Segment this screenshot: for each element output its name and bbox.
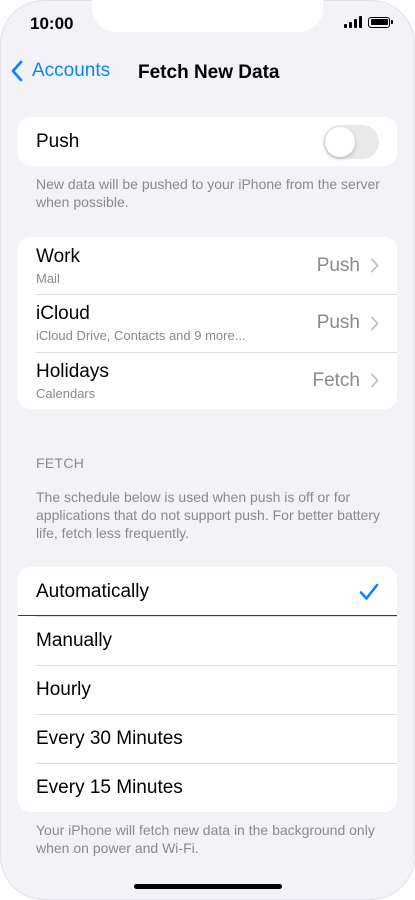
fetch-option-every-15-minutes[interactable]: Every 15 Minutes bbox=[18, 763, 397, 812]
account-fetch-value: Fetch bbox=[312, 369, 360, 391]
account-title: Holidays bbox=[36, 360, 109, 382]
chevron-right-icon bbox=[371, 258, 379, 273]
fetch-option-label: Every 15 Minutes bbox=[36, 776, 183, 798]
fetch-option-label: Automatically bbox=[36, 580, 149, 602]
back-label: Accounts bbox=[32, 60, 111, 81]
back-button[interactable]: Accounts bbox=[10, 60, 110, 82]
status-time: 10:00 bbox=[30, 14, 74, 33]
account-row-holidays[interactable]: Holidays Calendars Fetch bbox=[18, 352, 397, 409]
status-icons bbox=[344, 16, 393, 28]
account-row-work[interactable]: Work Mail Push bbox=[18, 237, 397, 294]
cellular-signal-icon bbox=[344, 16, 362, 28]
fetch-option-label: Every 30 Minutes bbox=[36, 727, 183, 749]
fetch-option-label: Manually bbox=[36, 629, 113, 651]
account-fetch-value: Push bbox=[316, 312, 360, 333]
home-indicator[interactable] bbox=[134, 884, 282, 889]
accounts-group: Work Mail Push iCloud iCloud Drive, Cont… bbox=[18, 237, 397, 409]
account-title: iCloud bbox=[36, 303, 90, 324]
fetch-option-every-30-minutes[interactable]: Every 30 Minutes bbox=[18, 714, 397, 763]
fetch-section-note: The schedule below is used when push is … bbox=[36, 489, 380, 541]
push-label: Push bbox=[36, 130, 80, 152]
battery-icon bbox=[368, 16, 393, 28]
push-toggle[interactable] bbox=[323, 124, 379, 159]
push-footer-note: New data will be pushed to your iPhone f… bbox=[36, 176, 380, 210]
account-title: Work bbox=[36, 245, 80, 267]
fetch-option-label: Hourly bbox=[36, 678, 91, 700]
push-row: Push bbox=[18, 117, 397, 166]
fetch-options-group: Automatically Manually Hourly Every 30 M… bbox=[18, 567, 397, 812]
toggle-knob bbox=[325, 126, 355, 157]
navigation-bar: Accounts Fetch New Data bbox=[0, 52, 415, 96]
account-subtitle: Calendars bbox=[36, 385, 96, 401]
phone-screen: 10:00 Accounts Fetch New Data Push New d… bbox=[0, 0, 415, 900]
push-group: Push bbox=[18, 117, 397, 166]
fetch-footer-note: Your iPhone will fetch new data in the b… bbox=[36, 822, 375, 856]
account-subtitle: Mail bbox=[36, 270, 60, 286]
account-row-icloud[interactable]: iCloud iCloud Drive, Contacts and 9 more… bbox=[18, 294, 397, 352]
account-fetch-value: Push bbox=[316, 254, 360, 276]
chevron-right-icon bbox=[371, 316, 379, 330]
fetch-option-hourly[interactable]: Hourly bbox=[18, 665, 397, 714]
fetch-option-manually[interactable]: Manually bbox=[18, 616, 397, 665]
chevron-left-icon bbox=[11, 60, 23, 82]
fetch-option-automatically[interactable]: Automatically bbox=[18, 567, 397, 616]
chevron-right-icon bbox=[371, 373, 379, 388]
page-title: Fetch New Data bbox=[138, 62, 280, 83]
checkmark-icon bbox=[359, 583, 379, 600]
fetch-section-header: FETCH bbox=[36, 455, 85, 471]
account-subtitle: iCloud Drive, Contacts and 9 more... bbox=[36, 328, 246, 343]
notch bbox=[92, 0, 323, 32]
